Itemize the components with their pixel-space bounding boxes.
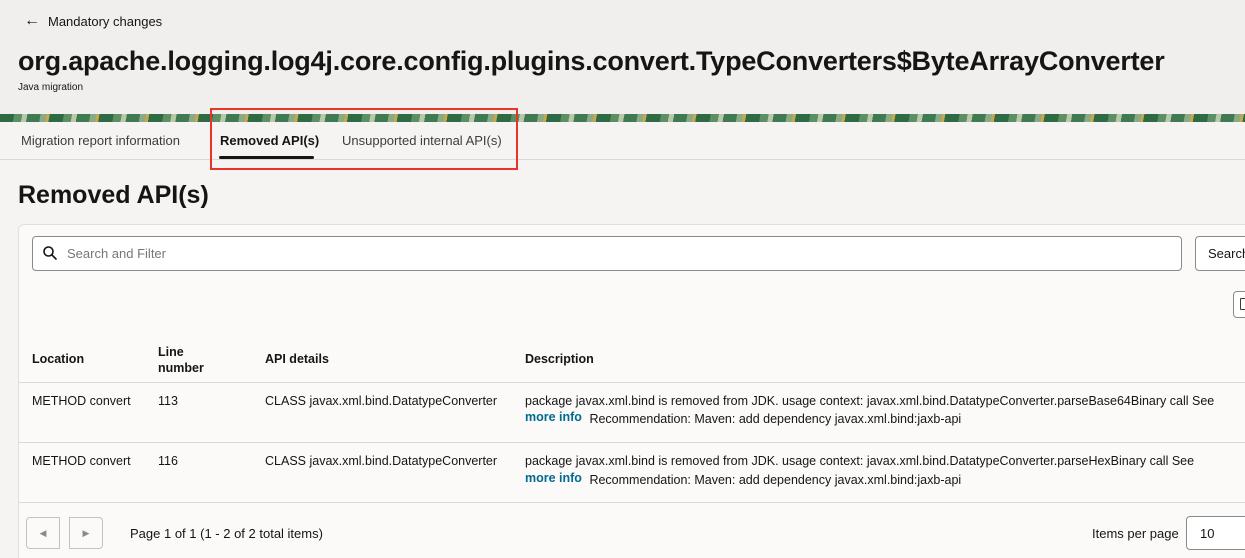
search-input[interactable] [67,238,1167,269]
tab-migration-report-information[interactable]: Migration report information [21,133,180,148]
cell-description: package javax.xml.bind is removed from J… [525,394,1215,408]
items-per-page-value: 10 [1200,526,1215,541]
column-header-line-number: Line number [158,345,204,375]
column-settings-button[interactable] [1233,291,1245,318]
back-link[interactable]: ← Mandatory changes [24,12,162,30]
pagination-status: Page 1 of 1 (1 - 2 of 2 total items) [130,526,323,541]
cell-description-line2: more info Recommendation: Maven: add dep… [525,471,962,487]
previous-page-button[interactable]: ◀ [26,517,60,549]
column-header-description: Description [525,352,594,366]
items-per-page-label: Items per page [1092,526,1179,541]
search-icon [43,246,57,260]
chevron-right-icon: ▶ [82,527,90,538]
chevron-left-icon: ◀ [39,527,47,538]
recommendation-text: Recommendation: Maven: add dependency ja… [589,412,962,426]
cell-location: METHOD convert [32,394,131,408]
decorative-banner [0,114,1245,122]
search-field[interactable] [32,236,1182,271]
cell-description-line2: more info Recommendation: Maven: add dep… [525,410,962,426]
items-per-page-select[interactable]: 10 [1186,516,1245,550]
row-divider [19,502,1245,503]
results-panel [18,224,1245,558]
more-info-link[interactable]: more info [525,471,582,485]
table-header-divider [19,382,1245,383]
search-button[interactable]: Search [1195,236,1245,271]
back-arrow-icon: ← [24,12,40,29]
column-header-location: Location [32,352,85,366]
cell-line-number: 113 [158,394,178,408]
highlight-annotation-box [210,108,518,170]
next-page-button[interactable]: ▶ [69,517,103,549]
cell-description: package javax.xml.bind is removed from J… [525,454,1195,468]
page-subtitle: Java migration [18,82,84,93]
recommendation-text: Recommendation: Maven: add dependency ja… [589,473,962,487]
columns-icon [1240,298,1245,310]
back-link-label: Mandatory changes [48,13,163,29]
row-divider [19,442,1245,443]
section-title: Removed API(s) [18,181,209,209]
page-title: org.apache.logging.log4j.core.config.plu… [18,46,1165,76]
page-header: ← Mandatory changes org.apache.logging.l… [0,0,1245,114]
cell-api-details: CLASS javax.xml.bind.DatatypeConverter [265,394,498,408]
cell-api-details: CLASS javax.xml.bind.DatatypeConverter [265,454,498,468]
cell-location: METHOD convert [32,454,131,468]
cell-line-number: 116 [158,454,178,468]
column-header-api-details: API details [265,352,329,366]
more-info-link[interactable]: more info [525,410,582,424]
tab-bar: Migration report information Removed API… [0,122,1245,160]
